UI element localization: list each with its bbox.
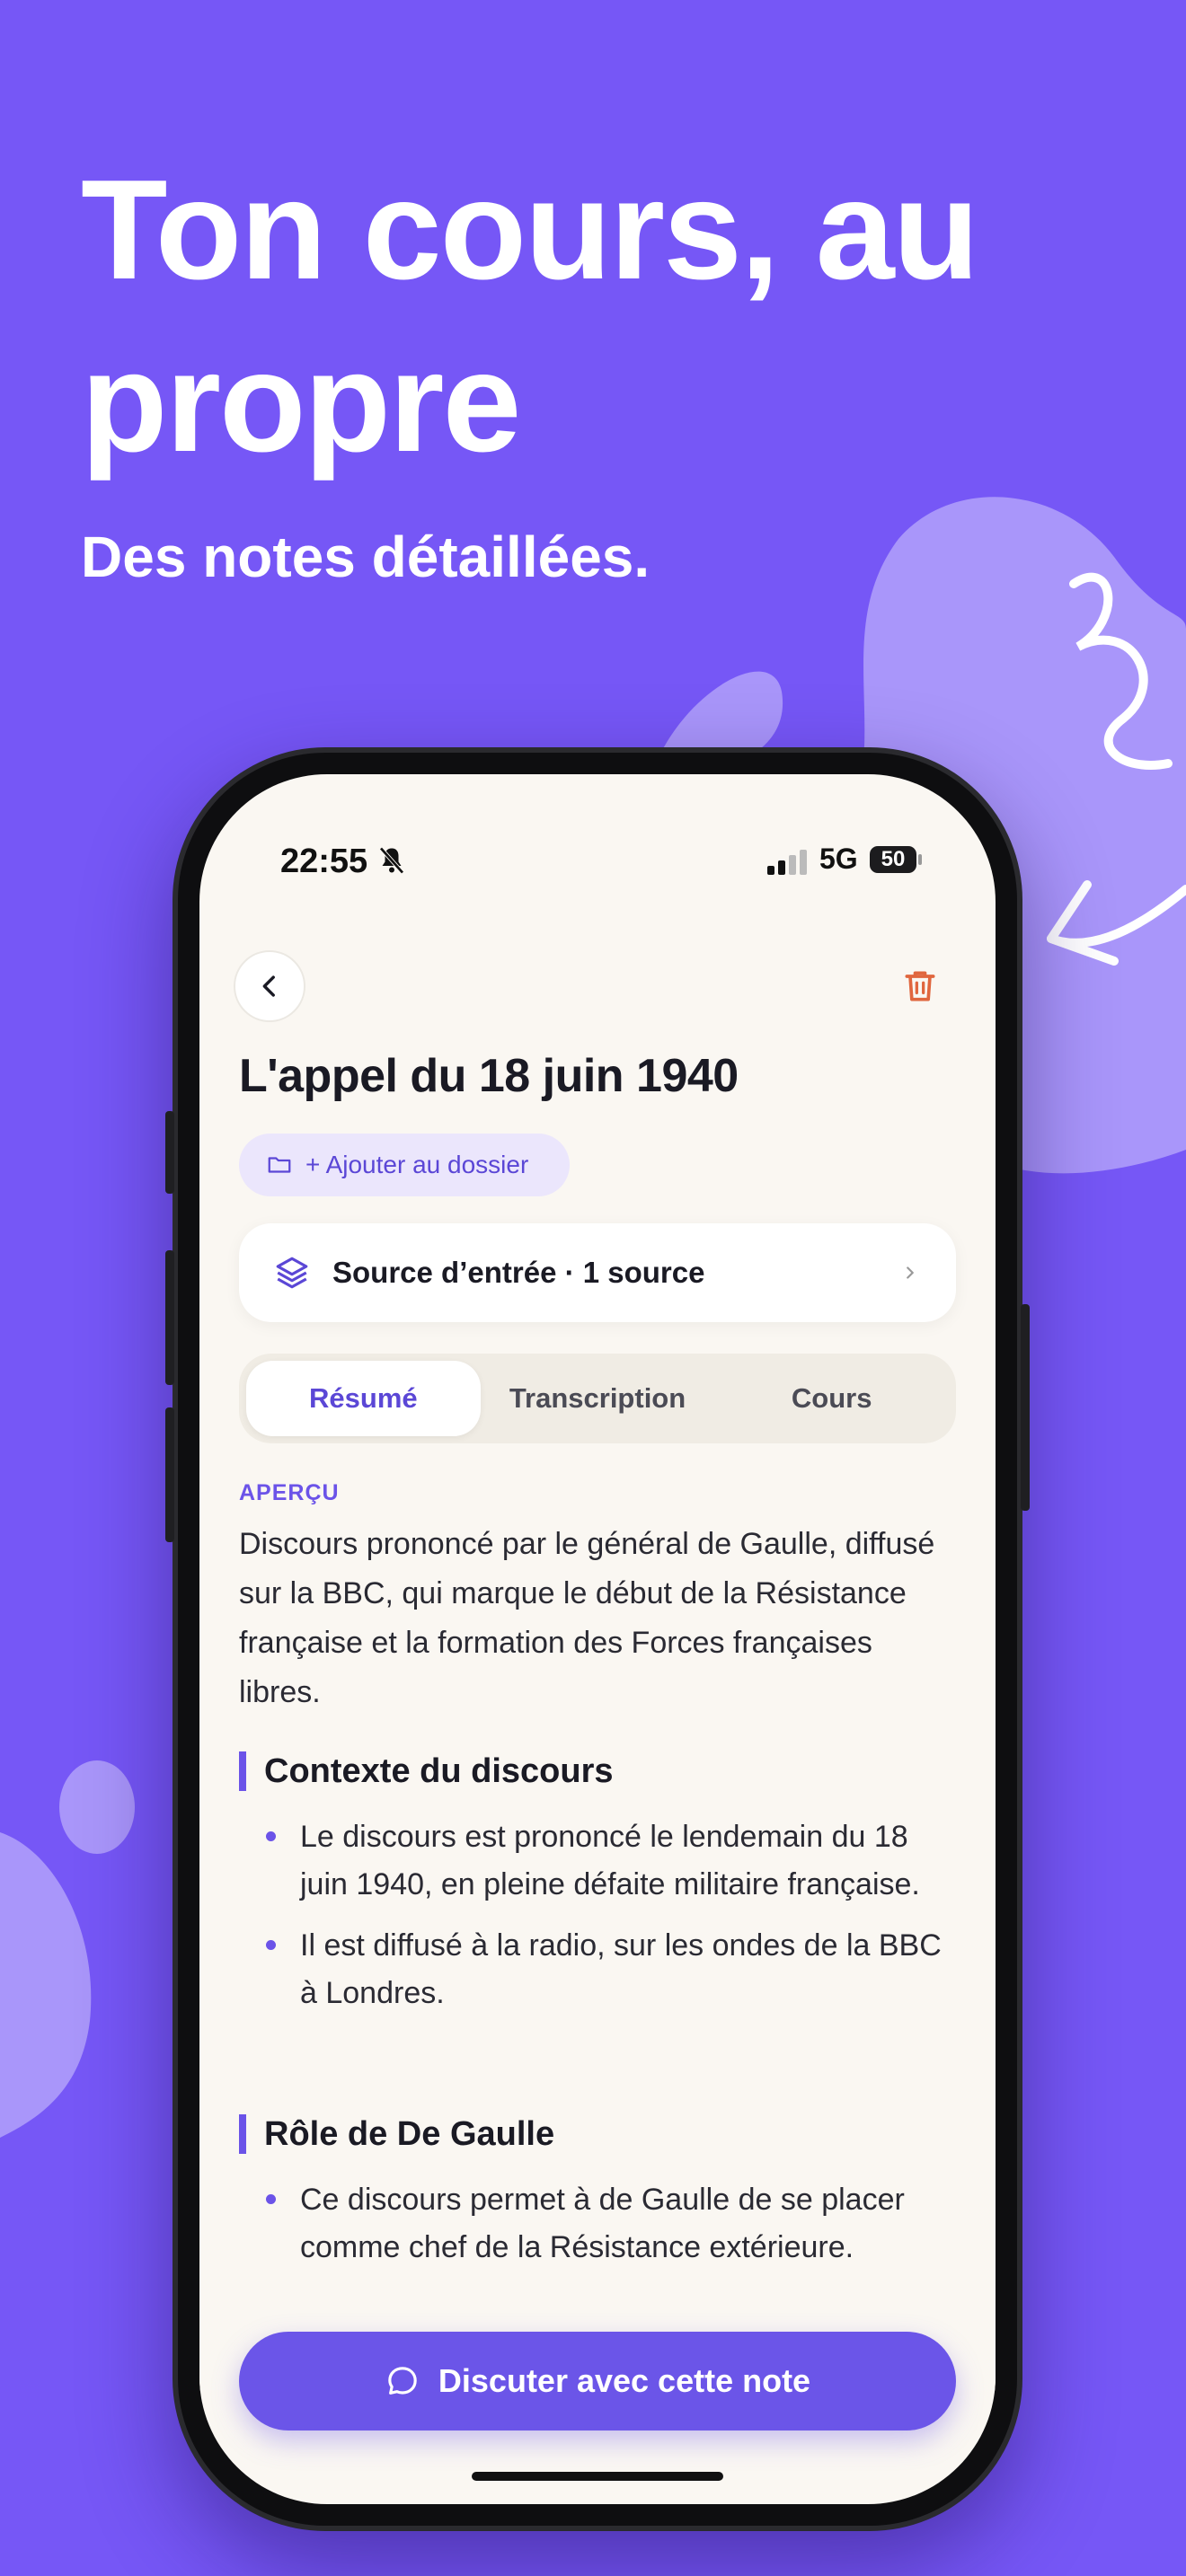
source-card-label: Source d’entrée · 1 source: [332, 1256, 705, 1289]
add-to-folder-label: + Ajouter au dossier: [305, 1151, 529, 1178]
bullet-text: Le discours est prononcé le lendemain du…: [300, 1820, 920, 1901]
tab-transcription[interactable]: Transcription: [481, 1361, 715, 1436]
overview-label: APERÇU: [239, 1480, 340, 1505]
hero-title: Ton cours, au propre: [81, 151, 979, 481]
chat-button-label: Discuter avec cette note: [438, 2362, 811, 2399]
chevron-left-icon: [262, 975, 275, 997]
phone-volume-up: [165, 1250, 174, 1385]
chat-with-note-button[interactable]: Discuter avec cette note: [239, 2332, 956, 2430]
signal-icon: [767, 850, 807, 875]
add-to-folder-button[interactable]: + Ajouter au dossier: [239, 1134, 570, 1196]
trash-icon[interactable]: [900, 966, 940, 1006]
back-button[interactable]: [234, 950, 305, 1022]
source-card[interactable]: Source d’entrée · 1 source: [239, 1223, 956, 1322]
blob-shape-left: [0, 1832, 92, 2138]
section-heading: Rôle de De Gaulle: [239, 2114, 554, 2154]
overview-text: Discours prononcé par le général de Gaul…: [239, 1527, 935, 1709]
phone-power-button: [1021, 1304, 1030, 1511]
folder-icon: [268, 1157, 291, 1173]
hero-subtitle: Des notes détaillées.: [81, 525, 651, 589]
chevron-right-icon: [907, 1266, 914, 1279]
bullet-text: Ce discours permet à de Gaulle de se pla…: [300, 2183, 905, 2264]
bell-muted-icon: [379, 847, 404, 874]
bullet-text: Il est diffusé à la radio, sur les ondes…: [300, 1928, 942, 2010]
list-item: Le discours est prononcé le lendemain du…: [262, 1813, 945, 1909]
list-item: Il est diffusé à la radio, sur les ondes…: [262, 1922, 945, 2017]
section-bullets: Le discours est prononcé le lendemain du…: [262, 1813, 945, 2031]
battery-icon: 50: [870, 846, 916, 873]
status-time: 22:55: [280, 842, 368, 880]
phone-side-button: [165, 1111, 174, 1194]
list-item: Ce discours permet à de Gaulle de se pla…: [262, 2176, 945, 2272]
section-heading: Contexte du discours: [239, 1751, 614, 1791]
blob-dot-left: [59, 1760, 135, 1854]
layers-icon: [276, 1257, 308, 1289]
phone-volume-down: [165, 1407, 174, 1542]
note-title: L'appel du 18 juin 1940: [239, 1050, 739, 1102]
tab-resume[interactable]: Résumé: [246, 1361, 481, 1436]
chat-bubble-icon: [388, 2367, 417, 2395]
home-indicator: [472, 2472, 723, 2481]
network-label: 5G: [819, 842, 858, 875]
note-tabs: Résumé Transcription Cours: [239, 1354, 956, 1443]
phone-mockup: 22:55 5G 50 L'appel du 18 juin 1940 + Aj…: [165, 747, 1030, 2531]
app-screen: 22:55 5G 50 L'appel du 18 juin 1940 + Aj…: [199, 774, 996, 2504]
tab-cours[interactable]: Cours: [714, 1361, 949, 1436]
